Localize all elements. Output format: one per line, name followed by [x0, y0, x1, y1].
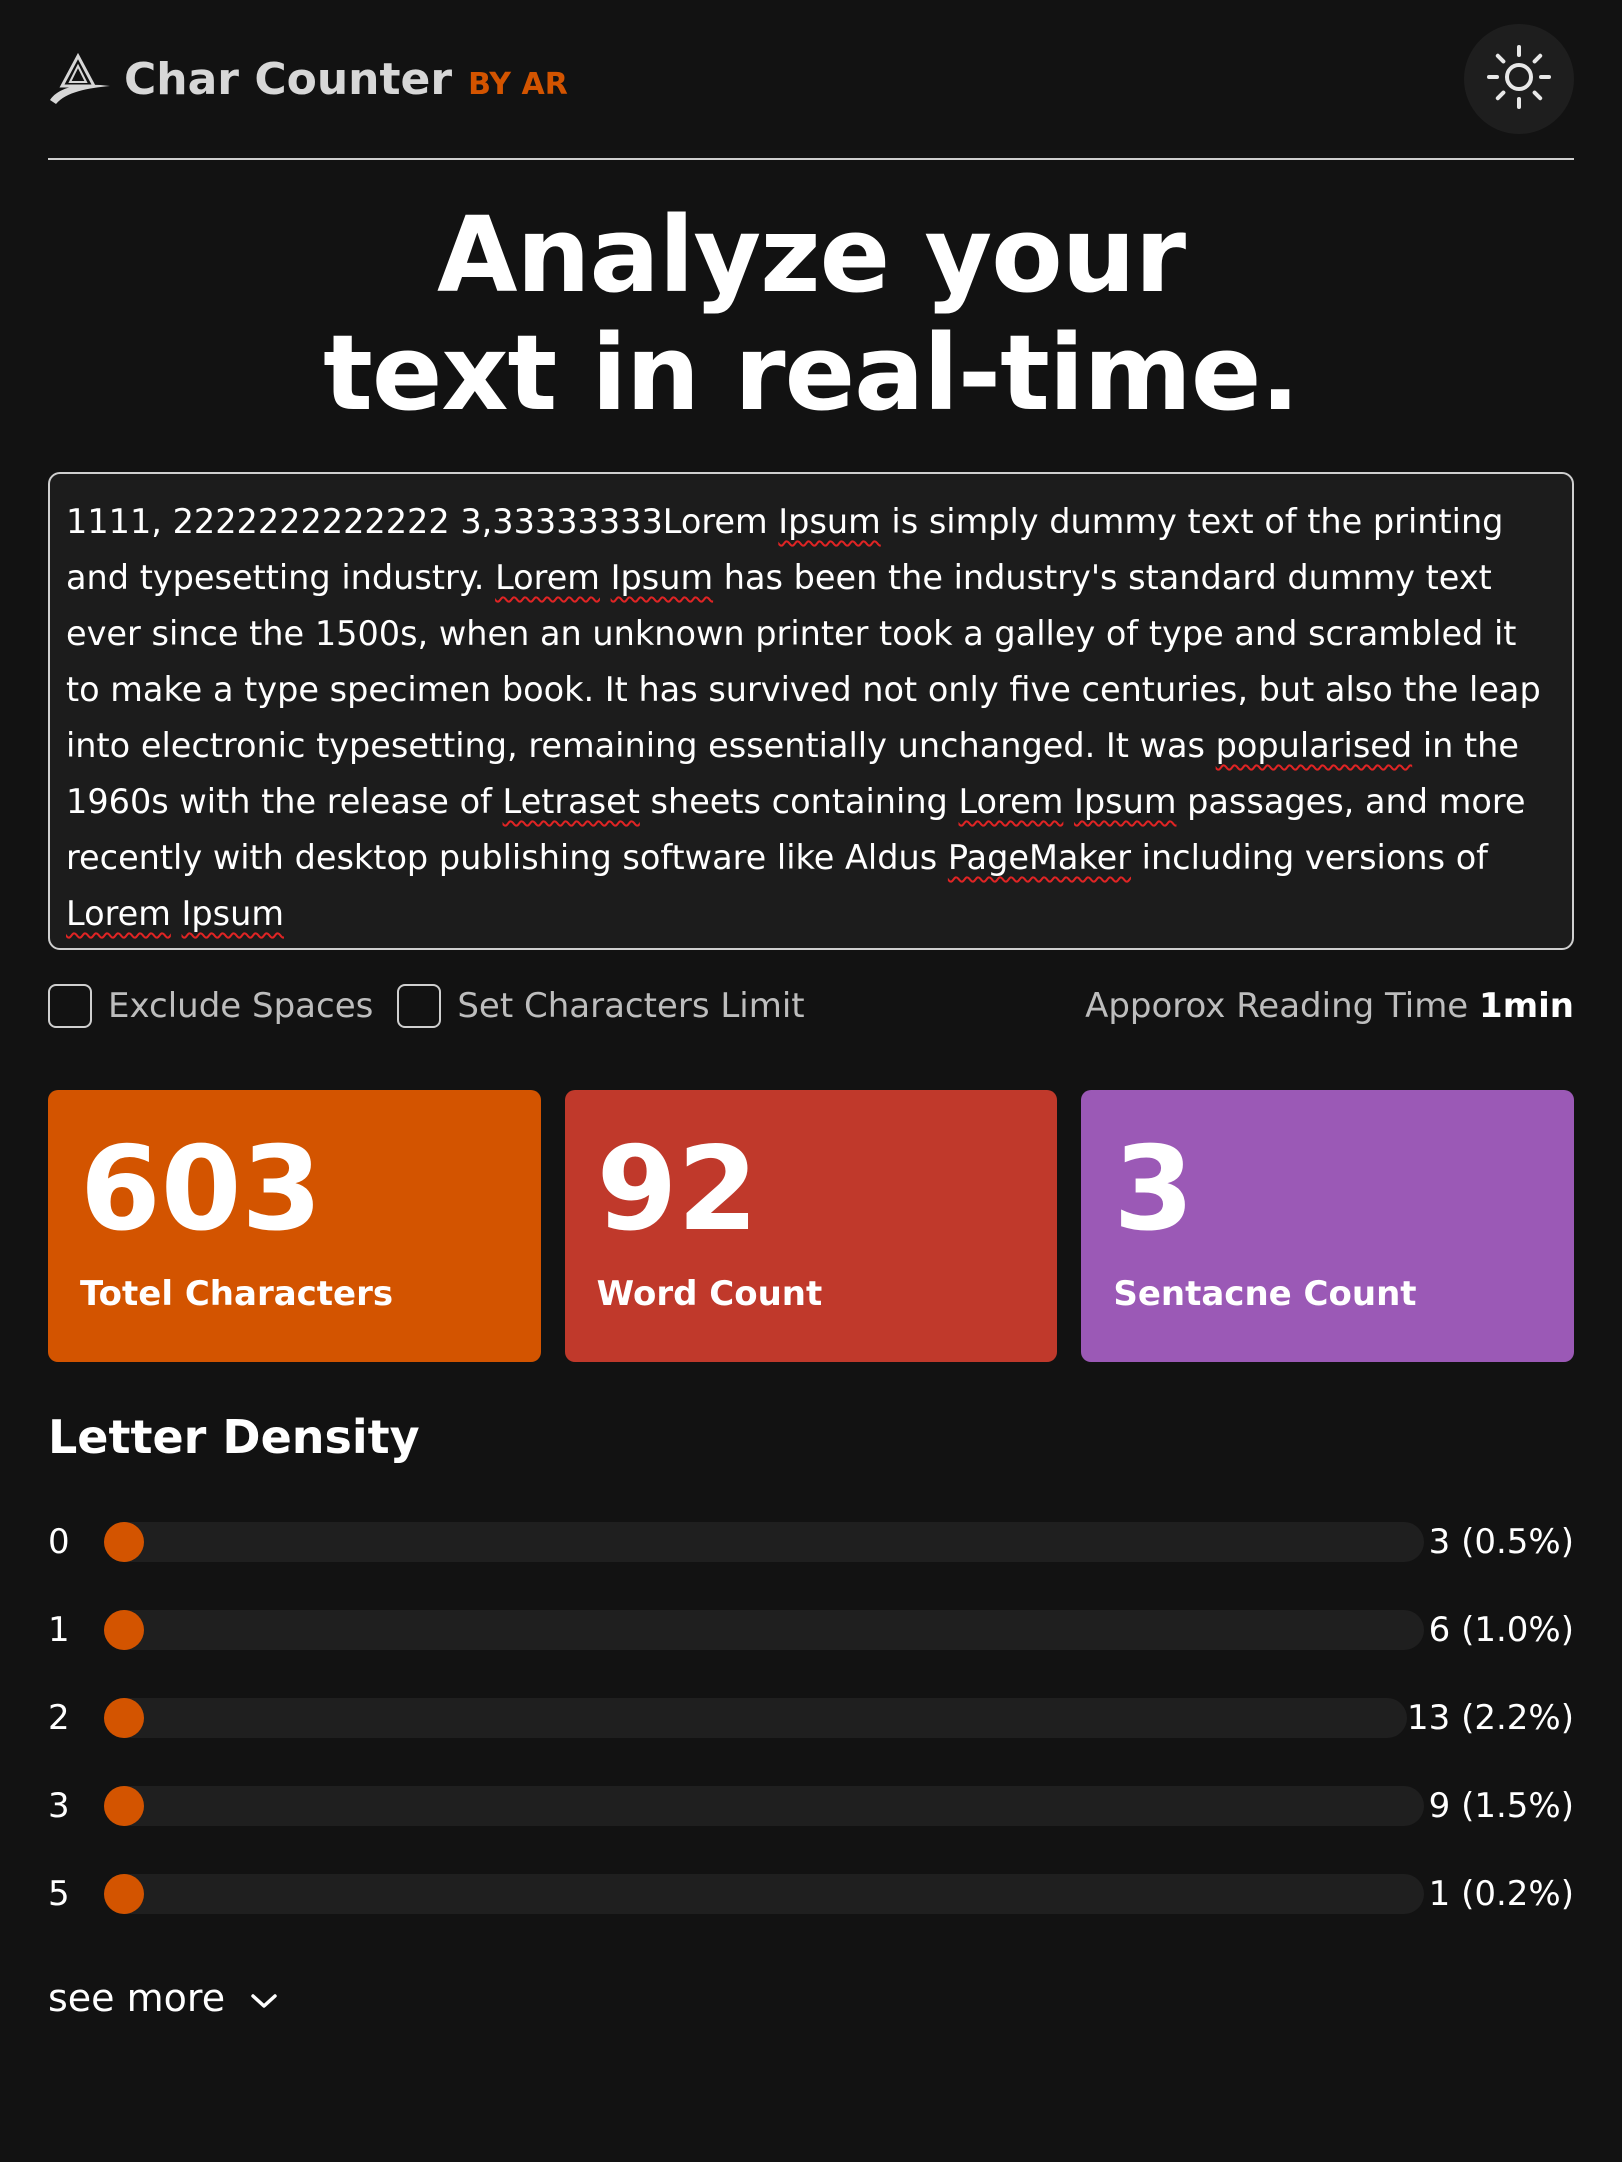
stats-cards: 603 Totel Characters 92 Word Count 3 Sen… [48, 1090, 1575, 1362]
page-title-line-1: Analyze your [437, 194, 1186, 316]
letter-density-title: Letter Density [48, 1410, 420, 1464]
density-bar-track [104, 1698, 1408, 1738]
density-count: 6 (1.0%) [1428, 1610, 1574, 1650]
density-bar-track [104, 1522, 1424, 1562]
density-bar-fill [104, 1698, 144, 1738]
page-title-line-2: text in real-time. [323, 312, 1300, 434]
density-bar-track [104, 1874, 1424, 1914]
chevron-down-icon [249, 1976, 279, 2020]
exclude-spaces-checkbox[interactable] [48, 984, 92, 1028]
word-count-card: 92 Word Count [564, 1090, 1058, 1362]
density-count: 1 (0.2%) [1428, 1874, 1574, 1914]
see-more-label: see more [48, 1976, 226, 2020]
density-row: 1 6 (1.0%) [48, 1586, 1574, 1674]
total-characters-card: 603 Totel Characters [48, 1090, 541, 1362]
options-bar: Exclude Spaces Set Characters Limit Appo… [48, 978, 1574, 1034]
brand-author: BY AR [468, 66, 568, 102]
sentence-count-label: Sentacne Count [1113, 1274, 1417, 1314]
density-row: 2 13 (2.2%) [48, 1674, 1574, 1762]
sentence-count-card: 3 Sentacne Count [1081, 1090, 1575, 1362]
brand[interactable]: Char Counter BY AR [48, 52, 568, 106]
word-count-label: Word Count [596, 1274, 823, 1314]
char-limit-label: Set Characters Limit [457, 986, 805, 1026]
density-bar-fill [104, 1522, 144, 1562]
theme-toggle-button[interactable] [1464, 24, 1574, 134]
header: Char Counter BY AR [48, 0, 1574, 160]
density-count: 9 (1.5%) [1428, 1786, 1574, 1826]
density-count: 13 (2.2%) [1407, 1698, 1574, 1738]
exclude-spaces-label: Exclude Spaces [108, 986, 374, 1026]
density-char: 1 [48, 1610, 70, 1650]
exclude-spaces-option[interactable]: Exclude Spaces [48, 984, 373, 1028]
density-row: 3 9 (1.5%) [48, 1762, 1574, 1850]
density-bar-fill [104, 1610, 144, 1650]
word-count-value: 92 [596, 1122, 759, 1257]
text-input[interactable]: 1111, 2222222222222 3,33333333Lorem Ipsu… [48, 472, 1574, 950]
letter-density-list: 0 3 (0.5%) 1 6 (1.0%) 2 13 (2.2%) 3 9 (1… [48, 1498, 1574, 1938]
brand-name: Char Counter [124, 53, 453, 105]
reading-time-value: 1min [1479, 986, 1574, 1026]
reading-time-label: Apporox Reading Time [1085, 986, 1469, 1026]
density-char: 3 [48, 1786, 70, 1826]
reading-time: Apporox Reading Time 1min [1085, 986, 1574, 1026]
char-limit-option[interactable]: Set Characters Limit [397, 984, 805, 1028]
density-row: 5 1 (0.2%) [48, 1850, 1574, 1938]
density-char: 2 [48, 1698, 70, 1738]
triangle-logo-icon [48, 52, 114, 106]
density-row: 0 3 (0.5%) [48, 1498, 1574, 1586]
sun-icon [1484, 42, 1554, 116]
char-limit-checkbox[interactable] [397, 984, 442, 1028]
density-bar-track [104, 1610, 1424, 1650]
see-more-button[interactable]: see more [48, 1976, 279, 2020]
sentence-count-value: 3 [1113, 1122, 1195, 1257]
total-characters-value: 603 [80, 1122, 323, 1257]
density-bar-track [104, 1786, 1424, 1826]
density-char: 5 [48, 1874, 70, 1914]
density-count: 3 (0.5%) [1428, 1522, 1574, 1562]
density-bar-fill [104, 1786, 144, 1826]
density-bar-fill [104, 1874, 144, 1914]
page: Char Counter BY AR Analyze your text in … [48, 0, 1575, 2020]
density-char: 0 [48, 1522, 70, 1562]
page-title: Analyze your text in real-time. [48, 196, 1574, 432]
total-characters-label: Totel Characters [80, 1274, 394, 1314]
